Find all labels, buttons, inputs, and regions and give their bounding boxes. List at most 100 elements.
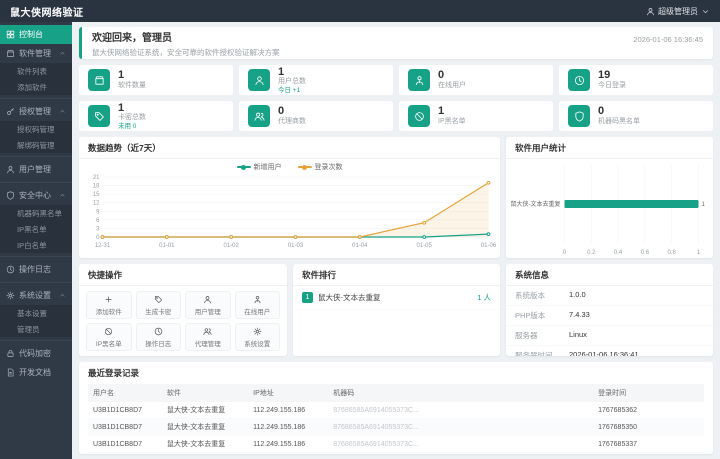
software-cell: 鼠大侠-文本去重复 [161, 452, 249, 454]
welcome-title: 欢迎回来，管理员 [92, 32, 172, 44]
trend-chart-card: 数据趋势（近7天） 新增用户 登录次数 0 3 6 9 12 15 18 21 12-31 01-0… [79, 137, 500, 258]
stat-label: 软件数量 [118, 82, 146, 90]
stat-sublabel: 未用 0 [118, 122, 137, 130]
table-row: U3B1D1CB8D7鼠大侠-文本去重复112.249.155.18687686… [88, 418, 704, 436]
sidebar-item-5[interactable]: 授权管理 [0, 102, 72, 121]
app-logo: 鼠大侠网络验证 [10, 7, 84, 19]
quick-action-4[interactable]: IP黑名单 [86, 323, 132, 351]
sidebar-item-20[interactable]: 管理员 [0, 321, 72, 337]
svg-text:0.6: 0.6 [641, 250, 650, 256]
sidebar-item-label: IP黑名单 [17, 224, 47, 234]
sidebar-item-18[interactable]: 系统设置 [0, 286, 72, 305]
stat-value: 0 [438, 69, 445, 82]
sidebar-item-11[interactable]: 安全中心 [0, 186, 72, 205]
column-header: 机器码 [328, 384, 594, 402]
sidebar: 控制台 软件管理软件列表添加软件授权管理 授权码管理 解绑码管理用户管理安全中心 机器码… [0, 22, 72, 459]
sidebar-item-19[interactable]: 基本设置 [0, 305, 72, 321]
legend-item[interactable]: 新增用户 [236, 162, 282, 172]
clock-icon [154, 327, 163, 336]
software-ranking-card: 软件排行 1 鼠大侠-文本去重复 1 人 [293, 264, 500, 356]
stat-card-2: 0 在线用户 [399, 65, 553, 95]
svg-text:1: 1 [702, 202, 706, 208]
quick-action-2[interactable]: 用户管理 [185, 291, 231, 319]
system-info-row: 服务器时间 2026-01-06 16:36:41 [506, 346, 713, 356]
table-row: U3B1D1CB8D7鼠大侠-文本去重复112.249.155.18687686… [88, 402, 704, 419]
svg-text:01-05: 01-05 [416, 243, 432, 249]
software-user-stats-title: 软件用户统计 [506, 137, 713, 159]
welcome-text: 欢迎回来，管理员 鼠大侠网络验证系统，安全可靠的软件授权验证解决方案 [92, 29, 280, 58]
quick-action-label: 操作日志 [145, 340, 172, 348]
stat-card-0: 1 软件数量 [79, 65, 233, 95]
sidebar-item-13[interactable]: IP黑名单 [0, 221, 72, 237]
stat-value: 1 [118, 69, 125, 82]
ip-cell: 112.249.155.186 [248, 452, 329, 454]
quick-action-1[interactable]: 生成卡密 [135, 291, 181, 319]
quick-action-6[interactable]: 代理管理 [185, 323, 231, 351]
sidebar-item-label: 基本设置 [17, 308, 47, 318]
quick-action-label: IP黑名单 [95, 340, 122, 348]
system-info-card: 系统信息 系统版本 1.0.0 PHP版本 7.4.33 服务器 Linux 服务器时间 20… [506, 264, 713, 356]
sidebar-item-label: 开发文档 [19, 368, 51, 377]
stat-card-4: 1 卡密总数 未用 0 [79, 101, 233, 131]
box-icon [6, 49, 15, 58]
gear-icon [6, 291, 15, 300]
legend-item[interactable]: 登录次数 [297, 162, 343, 172]
sidebar-item-7[interactable]: 解绑码管理 [0, 137, 72, 153]
svg-text:0: 0 [96, 235, 100, 241]
table-row: U3B1D1CB8D7鼠大侠-文本去重复112.249.155.18687686… [88, 452, 704, 454]
quick-action-3[interactable]: 在线用户 [234, 291, 280, 319]
info-key: 系统版本 [515, 291, 545, 300]
recent-logins-card: 最近登录记录 用户名 软件 IP地址 机器码 登录时间 U3B1D1CB8D7 鼠大侠-文… [79, 362, 713, 454]
user-menu[interactable]: 超级管理员 [646, 6, 710, 17]
sidebar-item-23[interactable]: 开发文档 [0, 363, 72, 382]
sidebar-item-16[interactable]: 操作日志 [0, 260, 72, 279]
chevron-up-icon [59, 292, 66, 299]
machine-code-cell: 87686585A6914055373C... [328, 452, 594, 454]
quick-action-7[interactable]: 系统设置 [234, 323, 280, 351]
svg-text:12: 12 [93, 201, 100, 207]
svg-text:6: 6 [96, 218, 100, 224]
sidebar-item-9[interactable]: 用户管理 [0, 160, 72, 179]
quick-action-5[interactable]: 操作日志 [135, 323, 181, 351]
stat-card-7: 0 机器码黑名单 [559, 101, 713, 131]
sidebar-item-label: 软件列表 [17, 66, 47, 76]
trend-line-chart: 0 3 6 9 12 15 18 21 12-31 01-01 01-02 01-03 01-04 01-… [79, 172, 500, 250]
login-time-cell: 1767685350 [593, 418, 704, 436]
users-icon [203, 327, 212, 336]
user-name: 超级管理员 [658, 6, 698, 16]
trend-chart-title: 数据趋势（近7天） [79, 137, 500, 159]
bottom-row: 快捷操作 添加软件 生成卡密 用户管理 在线用户 IP黑名单 操作日志 代理管理 系统设置 软… [79, 264, 713, 356]
quick-action-label: 添加软件 [95, 308, 122, 316]
sidebar-item-0[interactable]: 控制台 [0, 25, 72, 44]
software-ranking-title: 软件排行 [293, 264, 500, 286]
quick-action-label: 系统设置 [244, 340, 271, 348]
system-info-row: PHP版本 7.4.33 [506, 306, 713, 326]
sidebar-item-14[interactable]: IP白名单 [0, 237, 72, 253]
sidebar-item-label: 代码加密 [19, 349, 51, 358]
stat-label: IP黑名单 [438, 118, 466, 126]
svg-text:0.8: 0.8 [668, 250, 677, 256]
sidebar-item-label: 系统设置 [19, 291, 51, 300]
quick-action-0[interactable]: 添加软件 [86, 291, 132, 319]
sidebar-item-22[interactable]: 代码加密 [0, 344, 72, 363]
stat-text: 0 机器码黑名单 [598, 105, 640, 126]
online-icon [253, 295, 262, 304]
sidebar-item-3[interactable]: 添加软件 [0, 79, 72, 95]
welcome-banner: 欢迎回来，管理员 鼠大侠网络验证系统，安全可靠的软件授权验证解决方案 2026-… [79, 27, 713, 59]
sidebar-item-12[interactable]: 机器码黑名单 [0, 205, 72, 221]
svg-text:18: 18 [93, 184, 100, 190]
legend-label: 登录次数 [314, 164, 343, 171]
quick-action-label: 代理管理 [194, 340, 221, 348]
sidebar-item-1[interactable]: 软件管理 [0, 44, 72, 63]
sidebar-item-label: IP白名单 [17, 240, 47, 250]
stat-card-1: 1 用户总数 今日 +1 [239, 65, 393, 95]
table-row: U3B1D1CB8D7鼠大侠-文本去重复112.249.155.18687686… [88, 435, 704, 453]
username-cell: U3B1D1CB8D7 [88, 435, 162, 453]
quick-action-label: 在线用户 [244, 308, 271, 316]
tag-icon [154, 295, 163, 304]
sidebar-item-2[interactable]: 软件列表 [0, 63, 72, 79]
stat-card-3: 19 今日登录 [559, 65, 713, 95]
svg-text:01-03: 01-03 [288, 243, 304, 249]
stat-label: 今日登录 [598, 82, 626, 90]
sidebar-item-6[interactable]: 授权码管理 [0, 121, 72, 137]
